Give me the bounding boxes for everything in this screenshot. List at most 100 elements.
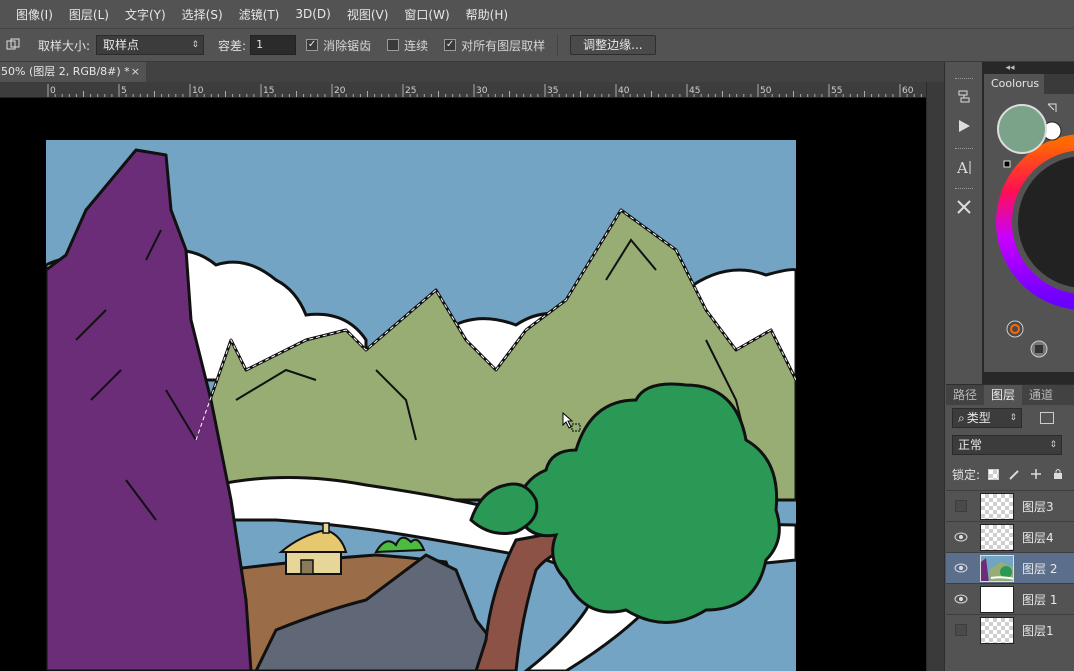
tab-layers[interactable]: 图层 [984, 385, 1023, 405]
layer-name: 图层4 [1022, 531, 1054, 545]
layer-name: 图层 1 [1022, 593, 1058, 607]
ruler-ticks: 0 5 10 15 20 25 30 35 40 45 50 55 60 [47, 84, 922, 97]
ruler-label: 45 [689, 86, 700, 96]
artwork [46, 140, 796, 671]
lock-all-icon[interactable] [1051, 467, 1065, 481]
ruler-label: 60 [902, 86, 914, 96]
layer-row[interactable]: 图层3 [946, 490, 1074, 521]
visibility-toggle[interactable] [954, 499, 968, 513]
menu-image[interactable]: 图像(I) [8, 6, 61, 23]
color-wheel-area[interactable] [984, 94, 1074, 372]
color-panel: Coolorus [984, 74, 1074, 372]
search-icon: ⌕ [958, 411, 965, 425]
ruler-label: 10 [192, 86, 204, 96]
magic-wand-cursor-icon [562, 412, 581, 432]
lock-paint-icon[interactable] [1007, 467, 1021, 481]
antialias-label: 消除锯齿 [323, 38, 372, 53]
tool-presets-icon[interactable] [951, 196, 977, 218]
chevron-updown-icon: ⇕ [1009, 413, 1017, 423]
menu-view[interactable]: 视图(V) [339, 6, 397, 23]
sample-size-label: 取样大小: [38, 38, 91, 53]
document-tab[interactable]: 50% (图层 2, RGB/8#) * × [0, 62, 146, 82]
sample-all-label: 对所有图层取样 [461, 38, 546, 53]
contiguous-checkbox[interactable]: 连续 [387, 37, 428, 54]
blend-mode-select[interactable]: 正常 ⇕ [952, 435, 1062, 455]
ruler-label: 55 [831, 86, 842, 96]
menu-bar: 图像(I) 图层(L) 文字(Y) 选择(S) 滤镜(T) 3D(D) 视图(V… [0, 0, 1074, 28]
document-tab-title: 50% (图层 2, RGB/8#) * [1, 65, 130, 78]
divider [557, 34, 559, 56]
ruler-label: 30 [476, 86, 488, 96]
layer-name: 图层1 [1022, 624, 1054, 638]
layers-panel: 路径 图层 通道 ⌕ 类型 ⇕ 正常 ⇕ 锁定: 图层3 图层4 图层 2 图层… [946, 384, 1074, 671]
layer-row-selected[interactable]: 图层 2 [946, 552, 1074, 583]
menu-select[interactable]: 选择(S) [174, 6, 231, 23]
eye-icon[interactable] [954, 561, 968, 575]
ruler-label: 5 [121, 86, 127, 96]
ruler-label: 50 [760, 86, 772, 96]
layer-name: 图层3 [1022, 500, 1054, 514]
image-filter-icon[interactable] [1040, 412, 1054, 424]
close-icon[interactable]: × [131, 62, 140, 82]
refine-edge-button[interactable]: 调整边缘... [570, 35, 656, 55]
ruler-label: 25 [405, 86, 416, 96]
menu-type[interactable]: 文字(Y) [117, 6, 174, 23]
menu-3d[interactable]: 3D(D) [287, 7, 338, 21]
panel-grip [955, 188, 973, 191]
vertical-scrollbar[interactable] [926, 82, 944, 671]
menu-window[interactable]: 窗口(W) [396, 6, 457, 23]
layer-thumbnail [980, 524, 1014, 551]
svg-text:A: A [956, 159, 968, 176]
tab-channels[interactable]: 通道 [1022, 385, 1060, 405]
ruler-label: 35 [547, 86, 558, 96]
visibility-toggle[interactable] [954, 623, 968, 637]
swap-colors-icon[interactable] [1047, 103, 1057, 112]
lock-position-icon[interactable] [1029, 467, 1043, 481]
collapse-panels-icon[interactable]: ◂◂ [945, 62, 1074, 74]
sample-size-select[interactable]: 取样点 ⇕ [96, 35, 205, 55]
layer-thumbnail [980, 586, 1014, 613]
default-colors-icon[interactable] [1003, 160, 1011, 168]
antialias-checkbox[interactable]: ✓ 消除锯齿 [306, 37, 371, 54]
layer-row[interactable]: 图层1 [946, 614, 1074, 645]
layer-name: 图层 2 [1022, 562, 1058, 576]
contiguous-label: 连续 [404, 38, 429, 53]
sample-all-layers-checkbox[interactable]: ✓ 对所有图层取样 [444, 37, 545, 54]
eye-icon[interactable] [954, 592, 968, 606]
layer-thumbnail [980, 617, 1014, 644]
layers-panel-tabs: 路径 图层 通道 [946, 385, 1074, 405]
horizontal-ruler: 0 5 10 15 20 25 30 35 40 45 50 55 60 [0, 82, 926, 98]
layer-thumbnail [980, 555, 1014, 582]
tolerance-input[interactable]: 1 [250, 35, 297, 55]
character-icon[interactable]: A [951, 156, 977, 178]
check-icon: ✓ [306, 39, 319, 51]
layer-row[interactable]: 图层4 [946, 521, 1074, 552]
color-mode-icon[interactable] [1006, 320, 1024, 338]
chevron-updown-icon: ⇕ [191, 40, 200, 50]
eye-icon[interactable] [954, 530, 968, 544]
ruler-label: 0 [50, 86, 56, 96]
filter-value: 类型 [966, 411, 991, 425]
check-icon: ✓ [444, 39, 457, 51]
history-icon[interactable] [951, 86, 977, 108]
lock-label: 锁定: [952, 467, 981, 482]
tab-coolorus[interactable]: Coolorus [984, 74, 1044, 94]
layer-row[interactable]: 图层 1 [946, 583, 1074, 614]
menu-help[interactable]: 帮助(H) [458, 6, 516, 23]
ruler-label: 40 [618, 86, 630, 96]
tab-paths[interactable]: 路径 [946, 385, 984, 405]
menu-filter[interactable]: 滤镜(T) [231, 6, 288, 23]
menu-layer[interactable]: 图层(L) [61, 6, 117, 23]
canvas-area[interactable] [0, 98, 926, 671]
panel-grip [955, 78, 973, 81]
panel-grip [955, 148, 973, 151]
lock-transparency-icon[interactable] [988, 468, 1000, 480]
foreground-color-swatch[interactable] [997, 104, 1047, 154]
actions-play-icon[interactable] [951, 115, 977, 137]
options-bar: 取样大小: 取样点 ⇕ 容差: 1 ✓ 消除锯齿 连续 ✓ 对所有图层取样 调整边缘.… [0, 28, 1074, 62]
layer-filter-select[interactable]: ⌕ 类型 ⇕ [952, 408, 1022, 428]
blend-mode-value: 正常 [958, 438, 983, 452]
tolerance-label: 容差: [218, 38, 247, 53]
selection-mode-icon[interactable] [2, 34, 24, 56]
layer-thumbnail [980, 493, 1014, 520]
